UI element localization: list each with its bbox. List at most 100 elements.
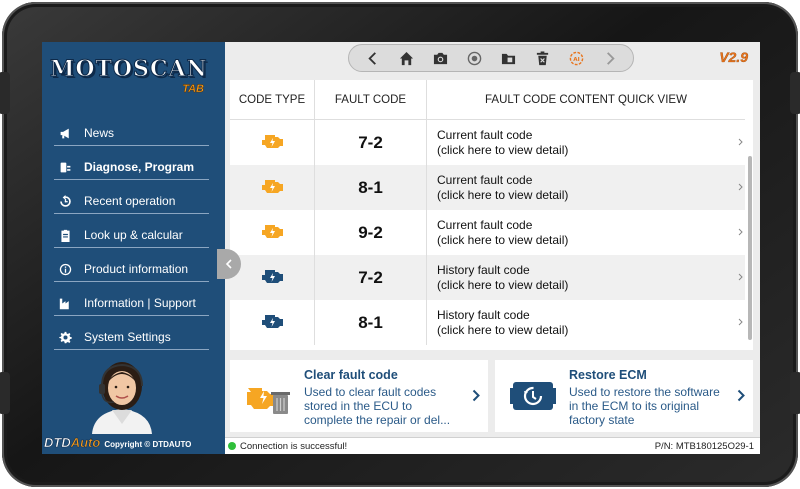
delete-button[interactable] xyxy=(531,47,553,69)
auto-icon: AI xyxy=(569,51,583,65)
restore-ecm-card[interactable]: Restore ECM Used to restore the software… xyxy=(495,360,753,432)
sidebar-item-recent[interactable]: Recent operation xyxy=(54,180,209,214)
side-button xyxy=(0,372,10,414)
sidebar-item-label: Product information xyxy=(84,262,189,276)
gear-icon xyxy=(54,331,76,344)
history-icon xyxy=(54,195,76,208)
fault-detail-hint: (click here to view detail) xyxy=(437,142,569,157)
card-description: Used to clear fault codes stored in the … xyxy=(304,385,451,428)
auto-button[interactable]: AI xyxy=(565,47,587,69)
back-icon xyxy=(367,51,376,65)
table-scrollbar[interactable] xyxy=(748,156,752,340)
folder-button[interactable] xyxy=(497,47,519,69)
diagnose-icon xyxy=(54,161,76,174)
sidebar-item-settings[interactable]: System Settings xyxy=(54,316,209,350)
fault-code: 7-2 xyxy=(358,267,383,287)
logo-title: MOTOSCAN xyxy=(50,56,208,83)
sidebar-item-diagnose[interactable]: Diagnose, Program xyxy=(54,146,209,180)
fault-description: Current fault code xyxy=(437,128,533,142)
brand-footer: DTDAuto Copyright © DTDAUTO xyxy=(44,435,192,451)
table-row[interactable]: 7-2 History fault code (click here to vie… xyxy=(230,255,745,300)
sidebar-menu: News Diagnose, Program Recent operation xyxy=(54,112,209,350)
card-description: Used to restore the software in the ECM … xyxy=(569,385,720,428)
fault-description: Current fault code xyxy=(437,218,533,232)
fault-code-table: CODE TYPE FAULT CODE FAULT CODE CONTENT … xyxy=(230,80,753,350)
record-icon xyxy=(467,51,481,65)
connection-status-text: Connection is successful! xyxy=(240,440,348,452)
screen: MOTOSCAN TAB News Diagnose, Program Rece… xyxy=(42,42,760,454)
factory-icon xyxy=(54,297,76,310)
home-button[interactable] xyxy=(395,47,417,69)
folder-icon xyxy=(501,53,515,64)
engine-current-icon xyxy=(259,221,285,244)
side-button xyxy=(0,72,10,114)
connection-status-indicator xyxy=(228,442,236,450)
megaphone-icon xyxy=(54,127,76,140)
home-icon xyxy=(399,51,413,65)
chevron-right-icon xyxy=(738,228,743,236)
sidebar-item-label: Recent operation xyxy=(84,194,176,208)
info-icon xyxy=(54,263,76,276)
delete-icon xyxy=(536,50,548,65)
column-header-code: FAULT CODE xyxy=(315,80,427,119)
toolbar: AI xyxy=(348,44,634,72)
sidebar-item-label: News xyxy=(84,126,115,140)
fault-code: 8-1 xyxy=(358,177,383,197)
clipboard-icon xyxy=(54,229,76,242)
chevron-left-icon xyxy=(225,259,232,269)
side-button xyxy=(790,72,800,114)
copyright-text: Copyright © DTDAUTO xyxy=(104,440,192,449)
screenshot-button[interactable] xyxy=(429,47,451,69)
tablet-frame: MOTOSCAN TAB News Diagnose, Program Rece… xyxy=(0,2,800,487)
sidebar-item-news[interactable]: News xyxy=(54,112,209,146)
fault-detail-hint: (click here to view detail) xyxy=(437,232,569,247)
main-panel: AI V2.9 CODE TYPE FAULT CODE FAULT CODE … xyxy=(225,42,760,454)
chevron-right-icon xyxy=(738,138,743,146)
table-row[interactable]: 9-2 Current fault code (click here to vie… xyxy=(230,210,745,255)
sidebar-item-lookup[interactable]: Look up & calcular xyxy=(54,214,209,248)
sidebar: MOTOSCAN TAB News Diagnose, Program Rece… xyxy=(42,42,225,454)
chevron-right-icon xyxy=(737,389,745,402)
sidebar-item-product-info[interactable]: Product information xyxy=(54,248,209,282)
status-bar: Connection is successful! P/N: MTB180125… xyxy=(225,437,760,454)
logo-subtitle: TAB xyxy=(182,83,204,95)
fault-code: 8-1 xyxy=(358,312,383,332)
chevron-right-icon xyxy=(738,318,743,326)
support-agent-image xyxy=(92,362,152,434)
sidebar-item-support[interactable]: Information | Support xyxy=(54,282,209,316)
version-label: V2.9 xyxy=(719,49,748,65)
column-header-content: FAULT CODE CONTENT QUICK VIEW xyxy=(485,93,687,106)
table-row[interactable]: 8-1 History fault code (click here to vie… xyxy=(230,300,745,345)
card-title: Clear fault code xyxy=(304,368,398,382)
table-row[interactable]: 7-2 Current fault code (click here to vie… xyxy=(230,120,745,165)
camera-icon xyxy=(433,52,447,64)
table-header: CODE TYPE FAULT CODE FAULT CODE CONTENT … xyxy=(230,80,745,120)
engine-clear-icon xyxy=(247,388,290,414)
fault-code: 9-2 xyxy=(358,222,383,242)
forward-icon xyxy=(606,51,615,65)
chevron-right-icon xyxy=(738,273,743,281)
svg-text:AI: AI xyxy=(573,56,579,62)
fault-description: Current fault code xyxy=(437,173,533,187)
part-number: P/N: MTB180125O29-1 xyxy=(654,440,754,452)
app-logo: MOTOSCAN TAB xyxy=(50,56,220,100)
forward-button[interactable] xyxy=(599,47,621,69)
table-row[interactable]: 8-1 Current fault code (click here to vie… xyxy=(230,165,745,210)
sidebar-item-label: Information | Support xyxy=(84,296,196,310)
engine-history-icon xyxy=(259,311,285,334)
brand-logo: DTDAuto xyxy=(44,435,101,451)
column-header-type: CODE TYPE xyxy=(230,80,315,119)
record-button[interactable] xyxy=(463,47,485,69)
fault-detail-hint: (click here to view detail) xyxy=(437,322,569,337)
sidebar-item-label: System Settings xyxy=(84,330,171,344)
fault-description: History fault code xyxy=(437,263,530,277)
sidebar-item-label: Look up & calcular xyxy=(84,228,183,242)
clear-fault-code-card[interactable]: Clear fault code Used to clear fault cod… xyxy=(230,360,488,432)
fault-description: History fault code xyxy=(437,308,530,322)
chevron-right-icon xyxy=(472,389,480,402)
engine-history-icon xyxy=(259,266,285,289)
engine-current-icon xyxy=(259,131,285,154)
back-button[interactable] xyxy=(361,47,383,69)
engine-current-icon xyxy=(259,176,285,199)
sidebar-item-label: Diagnose, Program xyxy=(84,160,195,174)
